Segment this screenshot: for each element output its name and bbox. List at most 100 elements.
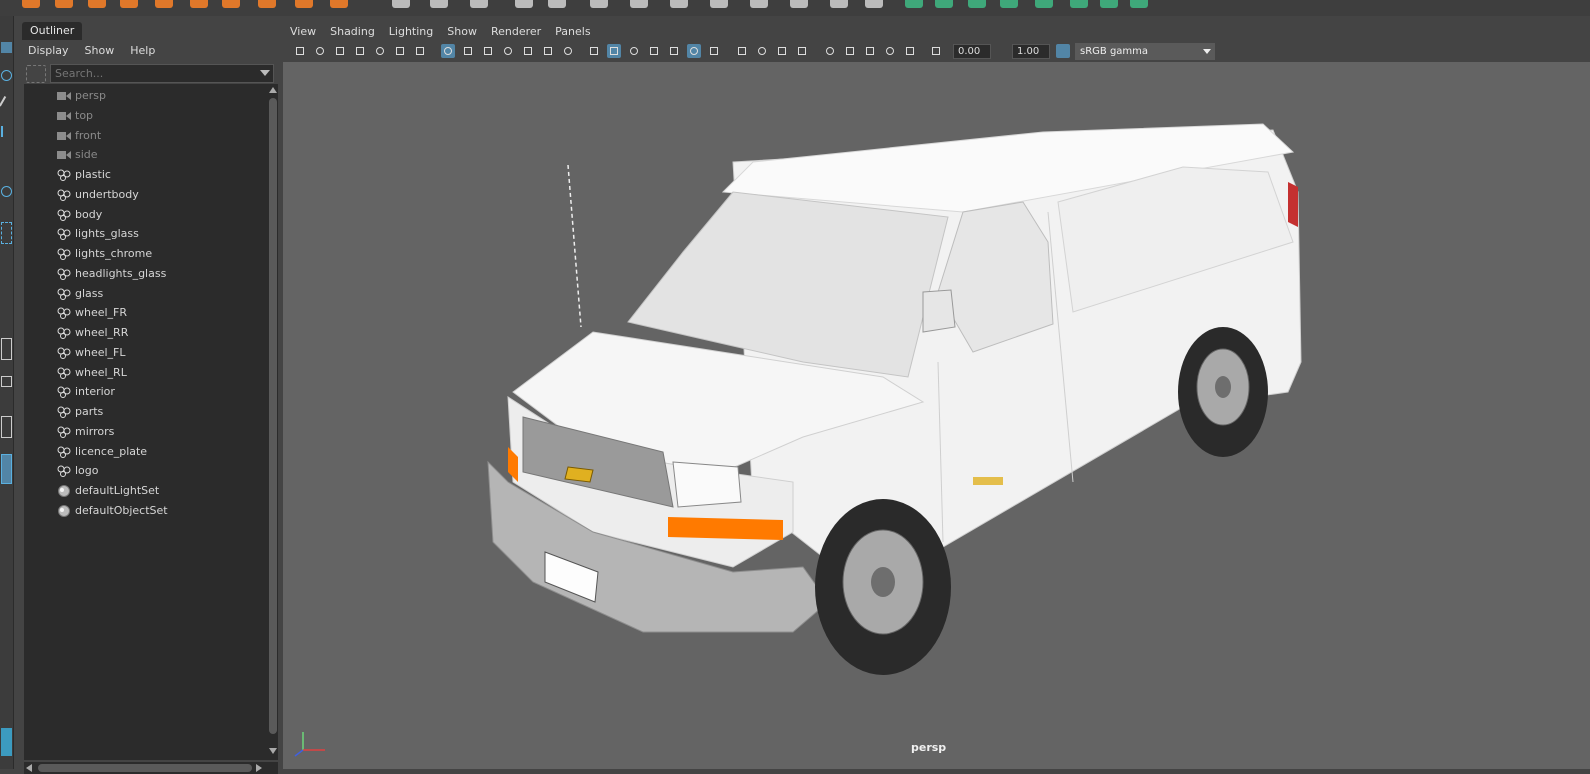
shelf-tool-icon[interactable]	[120, 0, 138, 8]
viewport-tool-icon[interactable]	[775, 44, 789, 58]
viewport-tool-icon[interactable]	[823, 44, 837, 58]
viewport-tool-icon[interactable]	[353, 44, 367, 58]
shelf-tool-icon[interactable]	[222, 0, 240, 8]
menu-view[interactable]: View	[283, 25, 323, 38]
shelf-tool-icon[interactable]	[830, 0, 848, 8]
shelf-tool-icon[interactable]	[470, 0, 488, 8]
outliner-item[interactable]: side	[24, 145, 268, 165]
viewport-tool-icon[interactable]	[441, 44, 455, 58]
viewport-tool-icon[interactable]	[843, 44, 857, 58]
viewport-tool-icon[interactable]	[903, 44, 917, 58]
outliner-item[interactable]: parts	[24, 402, 268, 422]
menu-show[interactable]: Show	[77, 44, 123, 57]
viewport-tool-icon[interactable]	[393, 44, 407, 58]
scroll-left-icon[interactable]	[26, 764, 32, 772]
shelf-tool-icon[interactable]	[670, 0, 688, 8]
shelf-tool-icon[interactable]	[790, 0, 808, 8]
shelf-tool-icon[interactable]	[330, 0, 348, 8]
shelf-tool-icon[interactable]	[515, 0, 533, 8]
viewport-tool-icon[interactable]	[735, 44, 749, 58]
3d-viewport[interactable]: persp	[283, 62, 1590, 769]
viewport-tool-icon[interactable]	[755, 44, 769, 58]
menu-renderer[interactable]: Renderer	[484, 25, 548, 38]
shelf-tool-icon[interactable]	[865, 0, 883, 8]
viewport-tool-icon[interactable]	[481, 44, 495, 58]
shelf-tool-icon[interactable]	[22, 0, 40, 8]
shelf-tool-icon[interactable]	[710, 0, 728, 8]
gamma-icon[interactable]	[997, 44, 1011, 58]
outliner-item[interactable]: licence_plate	[24, 442, 268, 462]
shelf-tool-icon[interactable]	[935, 0, 953, 8]
layout-icon[interactable]	[1, 376, 12, 387]
outliner-item[interactable]: glass	[24, 284, 268, 304]
outliner-item[interactable]: defaultLightSet	[24, 481, 268, 501]
scroll-up-icon[interactable]	[269, 87, 277, 93]
viewport-tool-icon[interactable]	[293, 44, 307, 58]
last-tool-icon[interactable]	[1, 222, 12, 244]
outliner-item[interactable]: undertbody	[24, 185, 268, 205]
outliner-item[interactable]: persp	[24, 86, 268, 106]
outliner-item[interactable]: wheel_FL	[24, 343, 268, 363]
outliner-item[interactable]: logo	[24, 461, 268, 481]
shelf-tool-icon[interactable]	[190, 0, 208, 8]
exposure-field[interactable]: 0.00	[953, 44, 991, 59]
viewport-tool-icon[interactable]	[313, 44, 327, 58]
viewport-tool-icon[interactable]	[413, 44, 427, 58]
scrollbar-thumb[interactable]	[269, 98, 277, 734]
outliner-item[interactable]: lights_glass	[24, 224, 268, 244]
outliner-item[interactable]: wheel_RL	[24, 363, 268, 383]
select-tool-icon[interactable]	[1, 42, 12, 53]
shelf-tool-icon[interactable]	[1000, 0, 1018, 8]
outliner-item[interactable]: wheel_FR	[24, 303, 268, 323]
gamma-field[interactable]: 1.00	[1012, 44, 1050, 59]
viewport-tool-icon[interactable]	[521, 44, 535, 58]
outliner-item[interactable]: headlights_glass	[24, 264, 268, 284]
shelf-tool-icon[interactable]	[590, 0, 608, 8]
shelf-tool-icon[interactable]	[392, 0, 410, 8]
outliner-item[interactable]: defaultObjectSet	[24, 501, 268, 521]
menu-help[interactable]: Help	[122, 44, 163, 57]
rotate-tool-icon[interactable]	[1, 154, 12, 165]
shelf-tool-icon[interactable]	[630, 0, 648, 8]
viewport-tool-icon[interactable]	[863, 44, 877, 58]
scroll-right-icon[interactable]	[256, 764, 262, 772]
shelf-tool-icon[interactable]	[905, 0, 923, 8]
viewport-tool-icon[interactable]	[333, 44, 347, 58]
shelf-tool-icon[interactable]	[258, 0, 276, 8]
viewport-tool-icon[interactable]	[541, 44, 555, 58]
lasso-tool-icon[interactable]	[1, 70, 12, 81]
outliner-layout-icon[interactable]	[1, 454, 12, 484]
viewport-tool-icon[interactable]	[667, 44, 681, 58]
menu-lighting[interactable]: Lighting	[382, 25, 440, 38]
shelf-tool-icon[interactable]	[750, 0, 768, 8]
outliner-item[interactable]: body	[24, 205, 268, 225]
viewport-tool-icon[interactable]	[687, 44, 701, 58]
menu-show[interactable]: Show	[440, 25, 484, 38]
viewport-tool-icon[interactable]	[929, 44, 943, 58]
scale-tool-icon[interactable]	[1, 186, 12, 197]
shelf-tool-icon[interactable]	[1130, 0, 1148, 8]
shelf-tool-icon[interactable]	[295, 0, 313, 8]
shelf-tool-icon[interactable]	[155, 0, 173, 8]
shelf-tool-icon[interactable]	[968, 0, 986, 8]
shelf-tool-icon[interactable]	[548, 0, 566, 8]
color-space-select[interactable]: sRGB gamma	[1075, 43, 1215, 60]
viewport-tool-icon[interactable]	[501, 44, 515, 58]
shelf-tool-icon[interactable]	[88, 0, 106, 8]
menu-display[interactable]: Display	[20, 44, 77, 57]
outliner-tab[interactable]: Outliner	[22, 22, 83, 40]
chevron-down-icon[interactable]	[260, 70, 270, 76]
viewport-tool-icon[interactable]	[795, 44, 809, 58]
viewport-tool-icon[interactable]	[461, 44, 475, 58]
move-tool-icon[interactable]	[1, 126, 12, 137]
outliner-item[interactable]: mirrors	[24, 422, 268, 442]
two-pane-layout-icon[interactable]	[1, 416, 12, 438]
scroll-down-icon[interactable]	[269, 748, 277, 754]
shelf-tool-icon[interactable]	[1070, 0, 1088, 8]
scrollbar-thumb[interactable]	[38, 764, 252, 772]
viewport-tool-icon[interactable]	[707, 44, 721, 58]
bottom-tool-icon[interactable]	[1, 728, 12, 756]
viewport-tool-icon[interactable]	[587, 44, 601, 58]
horizontal-scrollbar[interactable]	[24, 762, 278, 774]
outliner-item[interactable]: interior	[24, 382, 268, 402]
